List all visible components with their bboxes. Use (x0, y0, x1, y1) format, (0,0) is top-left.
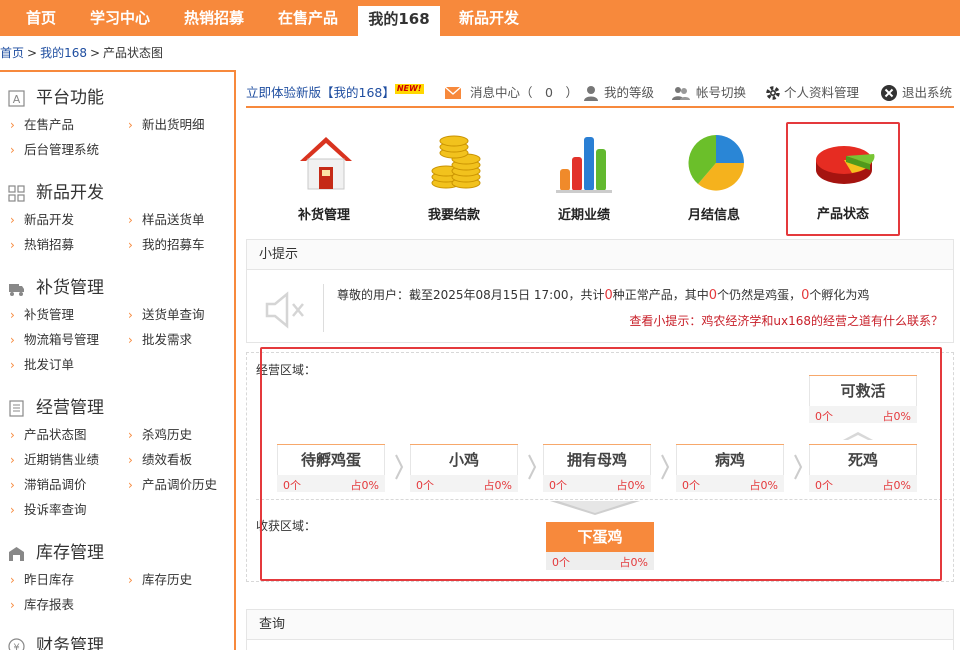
users-icon (672, 87, 690, 100)
nav-tab-hot-recruit[interactable]: 热销招募 (172, 0, 256, 36)
tips-title: 小提示 (247, 240, 953, 270)
breadcrumb-sep: > (27, 46, 38, 60)
query-panel: 查询 (246, 609, 954, 650)
nav-tab-home[interactable]: 首页 (10, 0, 72, 36)
warehouse-icon (9, 547, 24, 561)
font-a-icon: A (8, 90, 25, 107)
svg-text:¥: ¥ (13, 643, 19, 650)
sidebar-heading-label: 平台功能 (36, 88, 104, 108)
feature-replenish[interactable]: 补货管理 (270, 125, 382, 233)
new-version-link[interactable]: 立即体验新版【我的168】 NEW! (246, 82, 424, 104)
logout-link[interactable]: 退出系统 (880, 82, 952, 104)
breadcrumb-current: 产品状态图 (103, 46, 164, 60)
feature-recent-performance[interactable]: 近期业绩 (530, 125, 642, 233)
feature-label: 补货管理 (297, 208, 350, 223)
sidebar-heading-label: 财务管理 (36, 636, 104, 650)
feature-label: 产品状态 (816, 207, 869, 222)
feature-label: 我要结款 (427, 208, 480, 223)
top-nav: 首页 学习中心 热销招募 在售产品 我的168 新品开发 (0, 0, 960, 36)
truck-icon (9, 284, 24, 296)
sidebar-section-inventory: 库存管理 › 昨日库存 › 库存历史 › 库存报表 (9, 543, 193, 612)
user-icon (584, 86, 598, 101)
breadcrumb-home[interactable]: 首页 (0, 46, 24, 60)
tips-panel: 小提示 尊敬的用户：截至2025年08月15日 17:00，共计0种正常产品，其… (246, 239, 954, 343)
nav-tab-learning[interactable]: 学习中心 (80, 0, 160, 36)
mail-icon (444, 86, 462, 99)
feature-label: 月结信息 (687, 208, 740, 223)
breadcrumb-sep: > (89, 46, 101, 60)
grid-icon (8, 185, 25, 202)
gear-icon (766, 86, 780, 100)
message-count: （ 0 ） (520, 85, 578, 100)
new-badge: NEW! (394, 84, 424, 94)
breadcrumb: 首页 > 我的168 > 产品状态图 (0, 44, 163, 60)
query-title: 查询 (247, 610, 953, 640)
sidebar-section-replenish: 补货管理 › 补货管理 › 送货单查询 › 物流箱号管理 › 批发需求 › 批发订单 (9, 278, 205, 372)
sidebar-section-finance: ¥ 财务管理 (0, 634, 234, 650)
bar-chart-icon (556, 137, 612, 193)
my-level-link[interactable]: 我的等级 (582, 82, 654, 104)
feature-product-status[interactable]: 产品状态 (786, 122, 900, 236)
nav-tab-on-sale[interactable]: 在售产品 (266, 0, 350, 36)
sidebar-heading-label: 经营管理 (36, 398, 104, 418)
profile-link[interactable]: 个人资料管理 (764, 82, 859, 104)
tips-link[interactable]: 查看小提示：鸡农经济学和ux168的经营之道有什么联系？ (629, 312, 943, 329)
feature-label: 近期业绩 (557, 208, 610, 223)
house-icon (300, 137, 352, 190)
message-center-link[interactable]: 消息中心（ 0 ） (444, 82, 578, 104)
user-toolbar: 立即体验新版【我的168】 NEW! 消息中心（ 0 ） 我的等级 帐号切换 个人… (246, 80, 954, 108)
breadcrumb-my168[interactable]: 我的168 (40, 46, 87, 60)
feature-settlement[interactable]: 我要结款 (400, 125, 512, 233)
yen-icon: ¥ (8, 638, 25, 650)
pie-chart-icon (688, 135, 744, 191)
sidebar-section-new-product: 新品开发 › 新品开发 › 样品送货单 › 热销招募 › 我的招募车 (8, 183, 205, 252)
coins-icon (431, 135, 481, 189)
svg-text:A: A (13, 93, 21, 106)
sidebar-heading-label: 新品开发 (36, 183, 104, 203)
sidebar: A 平台功能 › 在售产品 › 新出货明细 › 后台管理系统 新品开发 › 新品开发 ›… (0, 70, 236, 650)
document-icon (9, 400, 24, 417)
divider (323, 284, 324, 332)
flow-highlight-frame (260, 347, 942, 581)
switch-account-link[interactable]: 帐号切换 (672, 82, 746, 104)
sidebar-section-platform: A 平台功能 › 在售产品 › 新出货明细 › 后台管理系统 (8, 88, 205, 157)
feature-monthly-info[interactable]: 月结信息 (660, 125, 772, 233)
sidebar-heading-label: 补货管理 (36, 278, 104, 298)
nav-tab-my168[interactable]: 我的168 (358, 6, 440, 36)
nav-tab-new-product[interactable]: 新品开发 (448, 0, 530, 36)
sidebar-heading-label: 库存管理 (36, 543, 104, 563)
sidebar-section-operations: 经营管理 › 产品状态图 › 杀鸡历史 › 近期销售业绩 › 绩效看板 › 滞销品调价 ›… (9, 398, 218, 517)
speaker-muted-icon (265, 291, 304, 329)
close-circle-icon (881, 85, 897, 101)
tips-message: 尊敬的用户：截至2025年08月15日 17:00，共计0种正常产品，其中0个仍… (337, 288, 870, 303)
pie-3d-icon (816, 146, 875, 184)
